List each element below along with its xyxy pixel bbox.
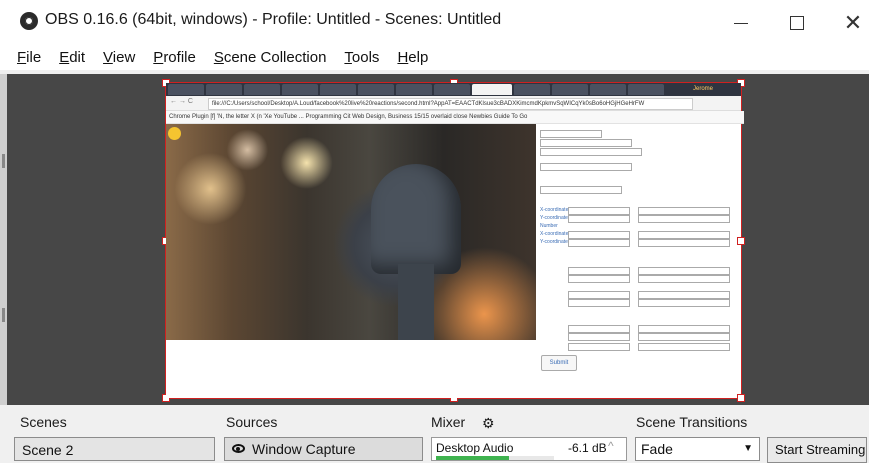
captured-tab [514, 84, 550, 95]
sources-dock-title: Sources [226, 414, 278, 430]
gear-icon[interactable]: ⚙ [482, 415, 495, 432]
mixer-channel: Desktop Audio -6.1 dB ^ [431, 437, 627, 461]
captured-bookmarks-bar: Chrome Plugin [f] 'N, the letter X (n 'X… [166, 111, 744, 124]
scene-transitions-dock-title: Scene Transitions [636, 414, 748, 430]
wow-reaction-emoji-icon [168, 127, 181, 140]
source-list-item[interactable]: Window Capture [224, 437, 423, 461]
minimize-button[interactable] [718, 0, 764, 46]
captured-settings-form: X-coordinate Y-coordinate Number X-coord… [538, 129, 738, 394]
captured-form-label: Number [540, 223, 558, 229]
start-streaming-button[interactable]: Start Streaming [767, 437, 867, 463]
captured-form-row [540, 186, 622, 194]
captured-form-label: X-coordinate [540, 231, 569, 237]
captured-blank-area [166, 340, 536, 398]
mixer-channel-level: -6.1 dB [568, 441, 607, 455]
window-title: OBS 0.16.6 (64bit, windows) - Profile: U… [45, 11, 502, 28]
splitter-handle[interactable] [2, 308, 5, 322]
captured-form-input [638, 267, 730, 275]
menu-profile[interactable]: Profile [153, 46, 196, 70]
captured-form-input [568, 333, 630, 341]
captured-browser-tabs: Jerome [166, 83, 741, 96]
captured-tab [206, 84, 242, 95]
captured-form-input [638, 275, 730, 283]
captured-submit-button: Submit [541, 355, 577, 371]
captured-form-input [568, 215, 630, 223]
captured-form-row [540, 148, 642, 156]
parking-meter-post [398, 264, 434, 340]
obs-logo-icon [20, 12, 38, 30]
splitter-handle[interactable] [2, 154, 5, 168]
captured-tab [358, 84, 394, 95]
scenes-dock-title: Scenes [20, 414, 67, 430]
captured-tab [434, 84, 470, 95]
captured-form-row [540, 163, 632, 171]
captured-form-input [568, 239, 630, 247]
mixer-dock-title: Mixer [431, 414, 466, 430]
maximize-button[interactable] [774, 0, 820, 46]
captured-tab-active [472, 84, 512, 95]
captured-address-bar: ← → C file:///C:/Users/school/Desktop/A.… [166, 96, 741, 111]
captured-form-input [568, 291, 630, 299]
maximize-icon [790, 16, 804, 30]
resize-handle[interactable] [737, 237, 745, 245]
chevron-up-icon[interactable]: ^ [608, 439, 614, 453]
menu-help[interactable]: Help [397, 46, 428, 70]
captured-tab [590, 84, 626, 95]
transition-select-value: Fade [641, 441, 673, 457]
captured-form-input [638, 215, 730, 223]
captured-form-input [638, 343, 730, 351]
captured-form-input [638, 333, 730, 341]
captured-form-input [638, 325, 730, 333]
captured-form-input [568, 275, 630, 283]
captured-form-input [568, 267, 630, 275]
captured-tab [320, 84, 356, 95]
title-bar: OBS 0.16.6 (64bit, windows) - Profile: U… [0, 0, 869, 46]
captured-form-input [568, 231, 630, 239]
resize-handle[interactable] [737, 394, 745, 402]
captured-nav-icons: ← → C [170, 98, 193, 105]
captured-tab [396, 84, 432, 95]
captured-form-input [638, 231, 730, 239]
captured-user-name: Jerome [692, 86, 713, 92]
captured-form-label: Y-coordinate [540, 239, 568, 245]
captured-form-label: X-coordinate [540, 207, 569, 213]
captured-form-row [540, 130, 602, 138]
preview-left-edge [0, 74, 7, 405]
captured-tab [282, 84, 318, 95]
captured-form-input [638, 291, 730, 299]
captured-form-row [540, 139, 632, 147]
transition-select[interactable]: Fade ▼ [635, 437, 760, 461]
captured-form-input [638, 207, 730, 215]
captured-form-label: Y-coordinate [540, 215, 568, 221]
visibility-eye-icon[interactable] [232, 444, 245, 453]
window-capture-source[interactable]: Jerome ← → C file:///C:/Users/school/Des… [162, 79, 745, 402]
scene-list-item[interactable]: Scene 2 [14, 437, 215, 461]
preview-canvas[interactable]: Jerome ← → C file:///C:/Users/school/Des… [0, 74, 869, 405]
parking-meter [371, 164, 461, 274]
menu-tools[interactable]: Tools [344, 46, 379, 70]
captured-form-input [568, 325, 630, 333]
captured-tab [168, 84, 204, 95]
captured-form-input [568, 343, 630, 351]
captured-form-input [568, 299, 630, 307]
menu-file[interactable]: File [17, 46, 41, 70]
captured-form-input [568, 207, 630, 215]
menu-view[interactable]: View [103, 46, 135, 70]
captured-tab [552, 84, 588, 95]
captured-parking-meter-photo [166, 124, 536, 340]
minimize-icon [734, 22, 748, 24]
captured-form-input [638, 299, 730, 307]
captured-tab [628, 84, 664, 95]
mixer-channel-name: Desktop Audio [436, 441, 514, 455]
menu-edit[interactable]: Edit [59, 46, 85, 70]
captured-form-input [638, 239, 730, 247]
captured-tab [244, 84, 280, 95]
menu-scene-collection[interactable]: Scene Collection [214, 46, 327, 70]
close-icon: ✕ [843, 10, 863, 35]
menu-bar: File Edit View Profile Scene Collection … [0, 46, 869, 70]
captured-url: file:///C:/Users/school/Desktop/A.Loud/f… [208, 98, 693, 110]
close-button[interactable]: ✕ [830, 0, 869, 46]
